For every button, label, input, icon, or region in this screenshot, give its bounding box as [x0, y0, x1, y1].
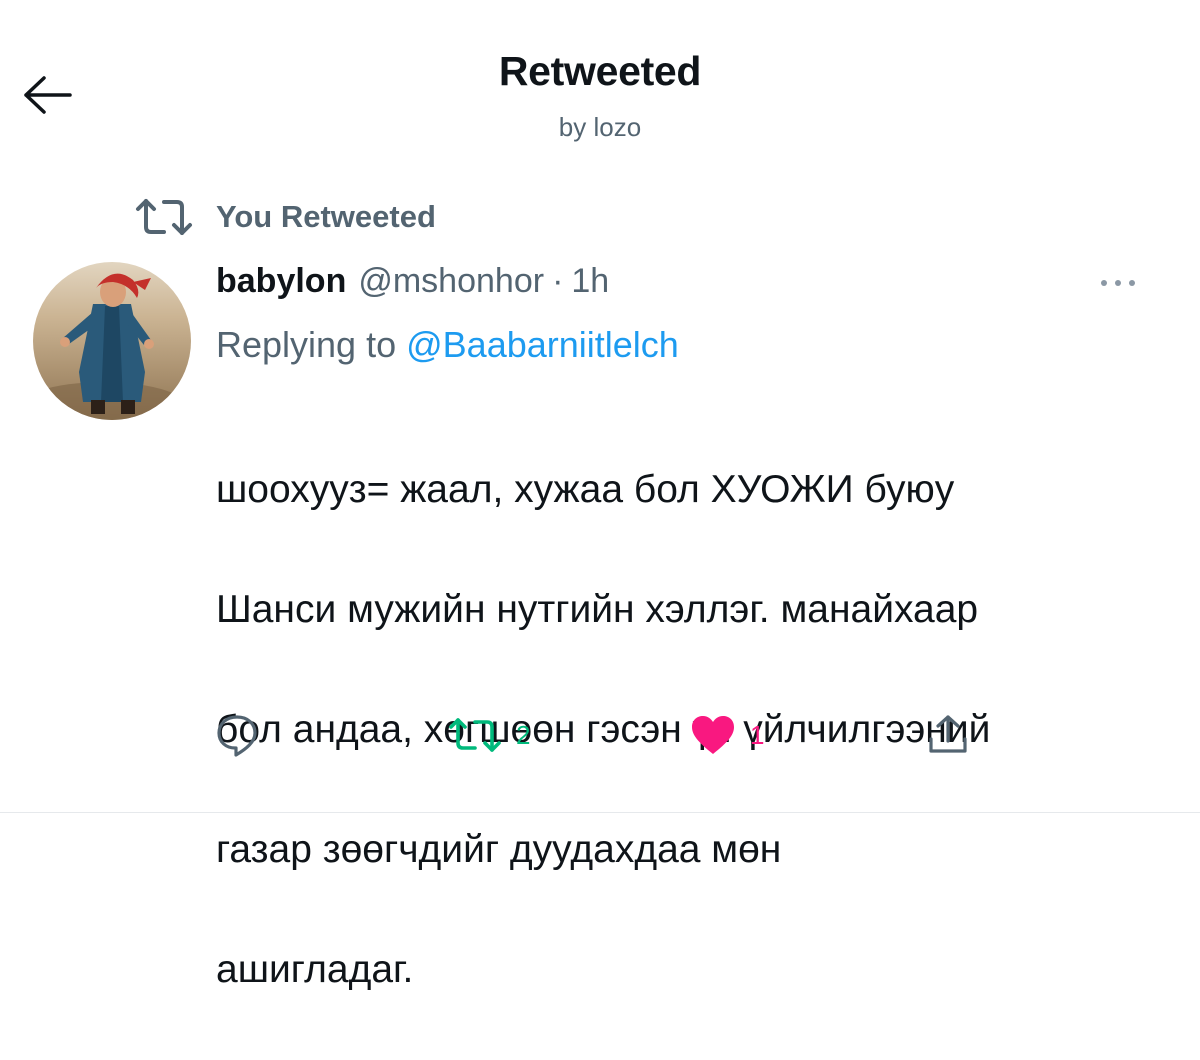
like-button[interactable]: 1 — [690, 705, 764, 765]
share-button[interactable] — [926, 705, 970, 765]
tweet-text-line: Шанси мужийн нутгийн хэллэг. манайхаар — [216, 588, 979, 631]
tweet-text-line: газар зөөгчдийг дуудахдаа мөн — [216, 828, 782, 871]
avatar[interactable] — [33, 262, 191, 420]
page-subtitle: by lozo — [558, 112, 642, 142]
author-display-name[interactable]: babylon — [216, 262, 346, 301]
reply-button[interactable] — [214, 705, 260, 765]
social-context-label: You Retweeted — [216, 199, 436, 234]
more-icon — [1101, 280, 1135, 286]
divider — [0, 812, 1200, 813]
more-options-button[interactable] — [1090, 268, 1146, 298]
social-context: You Retweeted — [134, 192, 436, 242]
tweet-text-line: ашигладаг. — [216, 948, 414, 991]
retweet-icon — [449, 718, 501, 752]
replying-to-link[interactable]: @Baabarniitlelch — [406, 324, 679, 365]
header-separator: · — [552, 262, 564, 300]
heart-icon — [692, 716, 734, 754]
retweet-button[interactable]: 2 — [448, 705, 530, 765]
author-handle[interactable]: @mshonhor — [358, 262, 544, 301]
like-count: 1 — [750, 719, 765, 750]
page-title: Retweeted — [498, 48, 702, 94]
tweet-header: babylon @mshonhor · 1h — [216, 262, 609, 310]
reply-icon — [217, 715, 257, 757]
replying-to: Replying to @Baabarniitlelch — [216, 324, 679, 366]
share-icon — [929, 715, 967, 753]
retweet-count: 2 — [516, 719, 531, 750]
retweet-icon — [136, 199, 192, 235]
tweet-text-line: шоохууз= жаал, хужаа бол ХУОЖИ буюу — [216, 468, 955, 511]
replying-prefix: Replying to — [216, 324, 407, 365]
tweet-timestamp[interactable]: 1h — [571, 262, 609, 301]
tweet-actions: 2 1 — [0, 705, 1200, 765]
avatar-image — [33, 262, 191, 420]
